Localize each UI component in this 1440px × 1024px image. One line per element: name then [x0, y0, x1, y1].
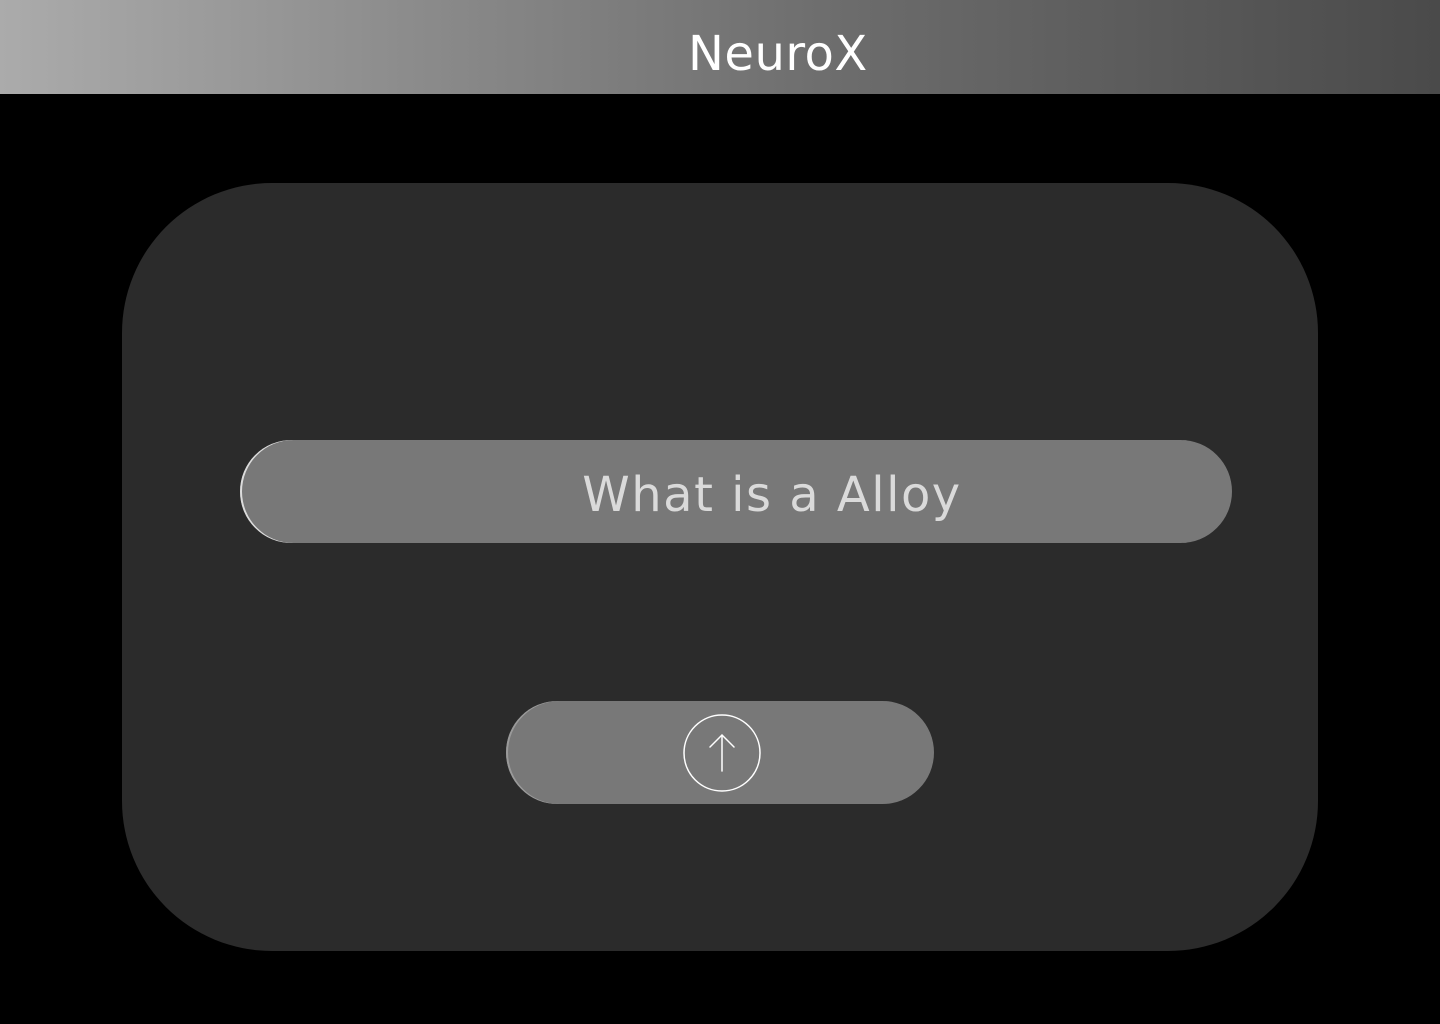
query-input[interactable]: What is a Alloy — [240, 440, 1232, 543]
app-title: NeuroX — [688, 26, 868, 82]
arrow-up-circle-icon — [683, 714, 761, 792]
query-text: What is a Alloy — [582, 466, 962, 523]
chat-panel — [122, 183, 1318, 951]
app-header: NeuroX — [0, 0, 1440, 94]
send-button[interactable] — [506, 701, 934, 804]
